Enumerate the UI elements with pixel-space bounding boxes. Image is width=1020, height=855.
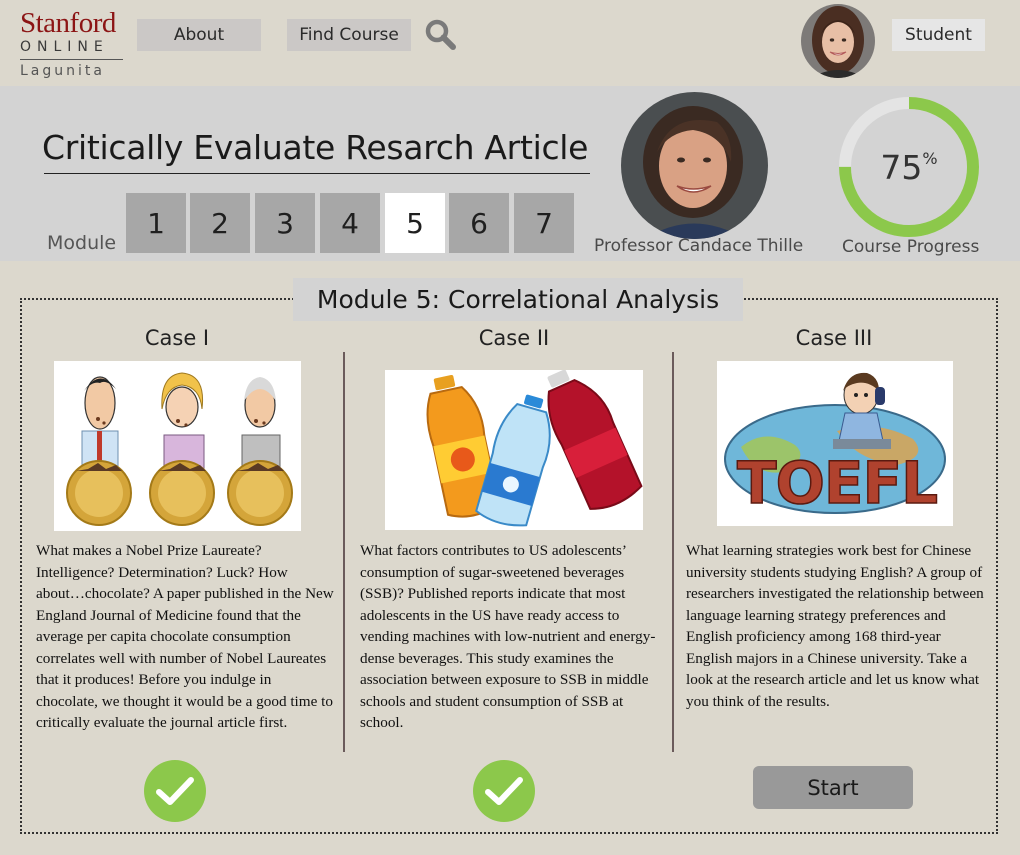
module-button-1[interactable]: 1 xyxy=(126,193,186,253)
case-3-title: Case III xyxy=(795,326,873,350)
progress-value: 75 xyxy=(880,147,923,187)
case-2-title: Case II xyxy=(478,326,550,350)
case-1-description: What makes a Nobel Prize Laureate? Intel… xyxy=(36,542,334,731)
logo-divider xyxy=(20,59,123,60)
module-button-2[interactable]: 2 xyxy=(190,193,250,253)
case-1-title: Case I xyxy=(144,326,210,350)
logo-stanford: Stanford xyxy=(20,7,116,39)
module-heading: Module 5: Correlational Analysis xyxy=(293,278,743,321)
module-label: Module xyxy=(47,232,117,254)
student-role-button[interactable]: Student xyxy=(892,19,985,51)
case-1-image[interactable] xyxy=(54,361,301,531)
course-progress-label: Course Progress xyxy=(842,237,980,257)
module-button-6[interactable]: 6 xyxy=(449,193,509,253)
title-underline xyxy=(44,173,590,174)
case-divider xyxy=(672,352,674,752)
about-button[interactable]: About xyxy=(137,19,261,51)
case-2-image[interactable] xyxy=(385,370,643,530)
logo-online: ONLINE xyxy=(20,39,109,55)
find-course-button[interactable]: Find Course xyxy=(287,19,411,51)
course-progress-ring: 75% xyxy=(836,94,982,240)
progress-unit: % xyxy=(922,148,938,168)
case-1-completed-checkmark-icon xyxy=(144,760,206,822)
module-button-7[interactable]: 7 xyxy=(514,193,574,253)
module-button-3[interactable]: 3 xyxy=(255,193,315,253)
module-button-4[interactable]: 4 xyxy=(320,193,380,253)
user-avatar[interactable] xyxy=(801,4,875,78)
search-icon[interactable] xyxy=(424,18,458,52)
case-2-completed-checkmark-icon xyxy=(473,760,535,822)
professor-photo xyxy=(621,92,768,239)
professor-name: Professor Candace Thille xyxy=(594,236,804,256)
logo-lagunita: Lagunita xyxy=(20,63,105,79)
case-3-start-button[interactable]: Start xyxy=(753,766,913,809)
course-title: Critically Evaluate Resarch Article xyxy=(42,128,589,167)
case-3-image[interactable]: TOEFL xyxy=(717,361,953,526)
module-button-5[interactable]: 5 xyxy=(385,193,445,253)
case-3-description: What learning strategies work best for C… xyxy=(686,542,984,710)
toefl-graphic: TOEFL xyxy=(736,448,939,518)
case-divider xyxy=(343,352,345,752)
case-2-description: What factors contributes to US adolescen… xyxy=(360,542,656,731)
stanford-online-logo[interactable]: Stanford ONLINE Lagunita xyxy=(20,8,130,79)
